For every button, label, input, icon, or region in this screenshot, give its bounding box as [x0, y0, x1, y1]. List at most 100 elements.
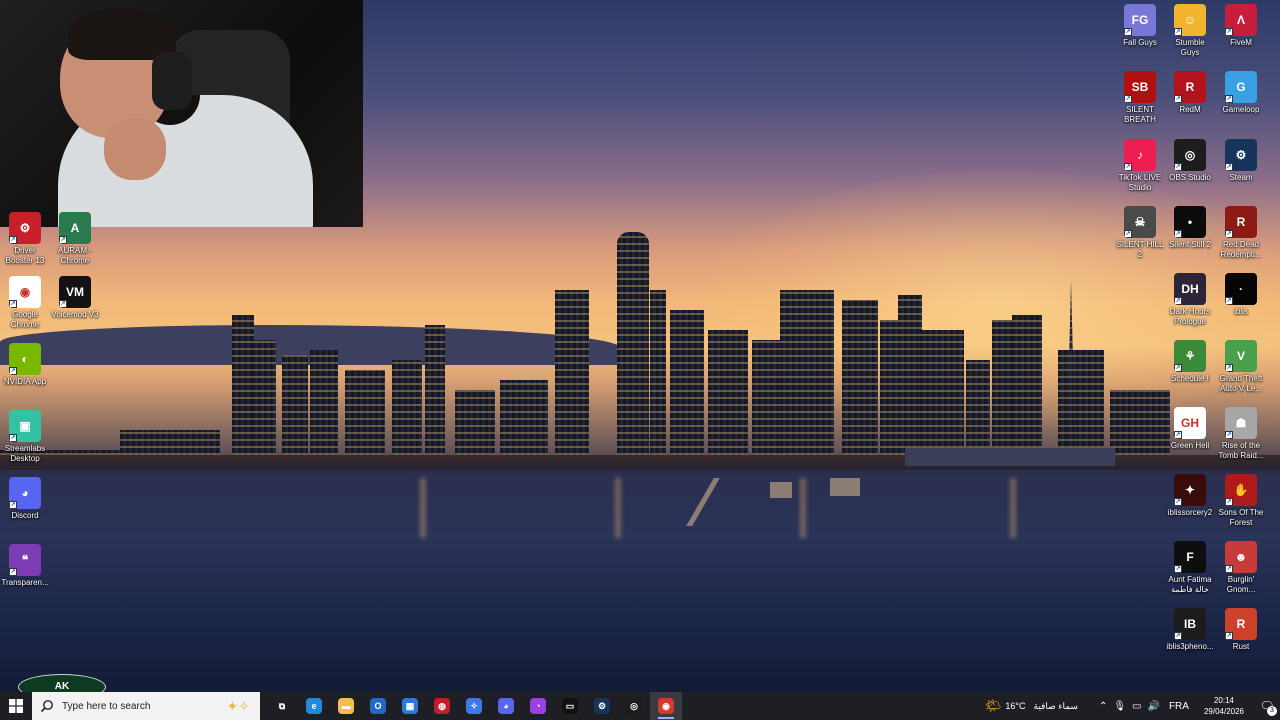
notification-center-button[interactable]: 🗨 3 — [1254, 692, 1280, 720]
desktop-icon-gameloop[interactable]: G ↗ Gameloop — [1216, 71, 1266, 115]
shortcut-arrow-icon: ↗ — [9, 236, 17, 244]
driver-booster-13-icon: ⚙ ↗ — [9, 212, 41, 244]
desktop-icon-label: Transparen... — [1, 578, 49, 587]
desktop-icon-label: Red Dead Redempti... — [1220, 240, 1262, 259]
taskbar-app-discord[interactable]: ◕ — [490, 692, 522, 720]
icon-glyph: ◐ — [21, 352, 29, 366]
weather-widget[interactable]: 🌤 16°C سماء صافية — [985, 698, 1078, 714]
icon-glyph: ⚘ — [1184, 349, 1196, 363]
desktop-icon-voicemod-v3[interactable]: VM ↗ Voicemod V3 — [50, 276, 100, 320]
desktop-icon-rise-of-the-tomb-raid[interactable]: ☗ ↗ Rise of the Tomb Raid... — [1216, 407, 1266, 460]
shortcut-arrow-icon: ↗ — [1174, 297, 1182, 305]
desktop-icon-obs-studio[interactable]: ◎ ↗ OBS Studio — [1165, 139, 1215, 183]
sons-of-the-forest-icon: ✋ ↗ — [1225, 474, 1257, 506]
file-explorer-icon: ▬ — [338, 698, 354, 714]
icon-glyph: DH — [1181, 282, 1199, 296]
silent-hill-2-icon: ☠ ↗ — [1124, 206, 1156, 238]
icon-glyph: A — [70, 221, 80, 235]
taskbar-app-outlook[interactable]: O — [362, 692, 394, 720]
sun-icon: 🌤 — [984, 698, 1002, 713]
chrome-icon: ◉ — [658, 698, 674, 714]
chevron-up-icon[interactable]: ⌃ — [1099, 701, 1107, 712]
desktop-icon-redm[interactable]: R ↗ RedM — [1165, 71, 1215, 115]
obs-studio-icon: ◎ ↗ — [1174, 139, 1206, 171]
shortcut-arrow-icon: ↗ — [9, 434, 17, 442]
start-button[interactable] — [0, 692, 32, 720]
gameloop-icon: G ↗ — [1225, 71, 1257, 103]
desktop-icon-google-chrome[interactable]: ◉ ↗ Google Chrome — [0, 276, 50, 329]
desktop-icon-transparen[interactable]: ❝ ↗ Transparen... — [0, 544, 50, 588]
shortcut-arrow-icon: ↗ — [1225, 28, 1233, 36]
shortcut-arrow-icon: ↗ — [1225, 163, 1233, 171]
taskbar-app-store[interactable]: ▦ — [394, 692, 426, 720]
desktop-icon-dark-hours-prologue[interactable]: DH ↗ Dark Hours Prologue — [1165, 273, 1215, 326]
copilot-icon: ✧ — [466, 698, 482, 714]
desktop-icon-green-hell[interactable]: GH ↗ Green Hell — [1165, 407, 1215, 451]
icon-glyph: ✦ — [1184, 483, 1196, 497]
icon-glyph: ◕ — [21, 486, 29, 500]
taskbar-app-file-explorer[interactable]: ▬ — [330, 692, 362, 720]
shortcut-arrow-icon: ↗ — [1124, 163, 1132, 171]
desktop-icon-iblis3pheno[interactable]: IB ↗ iblis3pheno... — [1165, 608, 1215, 652]
icon-glyph: FG — [1131, 13, 1149, 27]
desktop-icon-iblissorcery2[interactable]: ✦ ↗ iblissorcery2 — [1165, 474, 1215, 518]
microphone-icon[interactable]: 🎙 — [1113, 701, 1126, 712]
taskbar-search-box[interactable]: Type here to search ✦✧ — [32, 692, 260, 720]
icon-glyph: ☻ — [1234, 550, 1248, 564]
taskbar-app-steam[interactable]: ⚙ — [586, 692, 618, 720]
desktop-icon-rust[interactable]: R ↗ Rust — [1216, 608, 1266, 652]
volume-icon[interactable]: 🔊 — [1148, 701, 1160, 712]
shortcut-arrow-icon: ↗ — [9, 367, 17, 375]
shortcut-arrow-icon: ↗ — [1225, 565, 1233, 573]
desktop-icon-auram-chrome[interactable]: A ↗ AURAM - Chrome — [50, 212, 100, 265]
shortcut-arrow-icon: ↗ — [1225, 498, 1233, 506]
desktop-icon-sons-of-the-forest[interactable]: ✋ ↗ Sons Of The Forest — [1216, 474, 1266, 527]
desktop-icon-streamlabs-desktop[interactable]: ▣ ↗ Streamlabs Desktop — [0, 410, 50, 463]
taskbar-app-messenger[interactable]: ◔ — [522, 692, 554, 720]
shortcut-arrow-icon: ↗ — [1225, 230, 1233, 238]
taskbar-app-chrome[interactable]: ◉ — [650, 692, 682, 720]
desktop-icon-schedule-i[interactable]: ⚘ ↗ Schedule I — [1165, 340, 1215, 384]
icon-glyph: ♪ — [1137, 148, 1143, 162]
green-hell-icon: GH ↗ — [1174, 407, 1206, 439]
taskbar-app-copilot[interactable]: ✧ — [458, 692, 490, 720]
desktop-icon-stumble-guys[interactable]: ☺ ↗ Stumble Guys — [1165, 4, 1215, 57]
taskbar-app-stopwatch[interactable]: ◍ — [426, 692, 458, 720]
desktop-icon-silent-still-2[interactable]: • ↗ Silent Still 2 — [1165, 206, 1215, 250]
rise-of-the-tomb-raid-icon: ☗ ↗ — [1225, 407, 1257, 439]
desktop-icon-grand-theft-auto-v-le[interactable]: V ↗ Grand Theft Auto V Le... — [1216, 340, 1266, 393]
desktop-icon-label: AURAM - Chrome — [58, 246, 92, 265]
desktop-icon-silent-breath[interactable]: SB ↗ SILENT BREATH — [1115, 71, 1165, 124]
desktop-icon-label: iblis3pheno... — [1166, 642, 1214, 651]
desktop-icon-driver-booster-13[interactable]: ⚙ ↗ Driver Booster 13 — [0, 212, 50, 265]
taskbar-app-nvidia[interactable]: ▭ — [554, 692, 586, 720]
desktop-icon-fall-guys[interactable]: FG ↗ Fall Guys — [1115, 4, 1165, 48]
network-icon[interactable]: ▭ — [1132, 701, 1141, 712]
icon-glyph: SB — [1131, 80, 1149, 94]
desktop-icon-red-dead-redempti[interactable]: R ↗ Red Dead Redempti... — [1216, 206, 1266, 259]
taskbar-app-obs[interactable]: ◎ — [618, 692, 650, 720]
messenger-icon: ◔ — [530, 698, 546, 714]
shortcut-arrow-icon: ↗ — [1225, 297, 1233, 305]
desktop-icon-steam[interactable]: ⚙ ↗ Steam — [1216, 139, 1266, 183]
tiktok-live-studio-icon: ♪ ↗ — [1124, 139, 1156, 171]
desktop-icon-aunt-fatima[interactable]: F ↗ Aunt Fatima خالة فاطمة — [1165, 541, 1215, 594]
desktop-icon-silent-hill-2[interactable]: ☠ ↗ SILENT HILL 2 — [1115, 206, 1165, 259]
clock[interactable]: 20:14 29/04/2026 — [1204, 695, 1244, 717]
taskbar-app-edge[interactable]: e — [298, 692, 330, 720]
fall-guys-icon: FG ↗ — [1124, 4, 1156, 36]
desktop-icon-burglin-gnom[interactable]: ☻ ↗ Burglin' Gnom... — [1216, 541, 1266, 594]
desktop-icon-label: Schedule I — [1171, 374, 1209, 383]
desktop-icon-discord[interactable]: ◕ ↗ Discord — [0, 477, 50, 521]
language-indicator[interactable]: FRA — [1169, 701, 1189, 712]
bay-water — [0, 470, 1280, 692]
desktop-icon-fivem[interactable]: Λ ↗ FiveM — [1216, 4, 1266, 48]
desktop-icon-label: Sons Of The Forest — [1218, 508, 1264, 527]
desktop-icon-nvidia-app[interactable]: ◐ ↗ NVIDIA App — [0, 343, 50, 387]
system-tray: 🌤 16°C سماء صافية ⌃ 🎙 ▭ 🔊 FRA 20:14 29/0… — [985, 692, 1280, 720]
desktop-icon-iblis[interactable]: · ↗ iblis — [1216, 273, 1266, 317]
search-placeholder: Type here to search — [62, 700, 151, 712]
desktop-icon-tiktok-live-studio[interactable]: ♪ ↗ TikTok LIVE Studio — [1115, 139, 1165, 192]
taskbar-app-task-view[interactable]: ⧉ — [266, 692, 298, 720]
icon-glyph: ⚙ — [19, 221, 31, 235]
